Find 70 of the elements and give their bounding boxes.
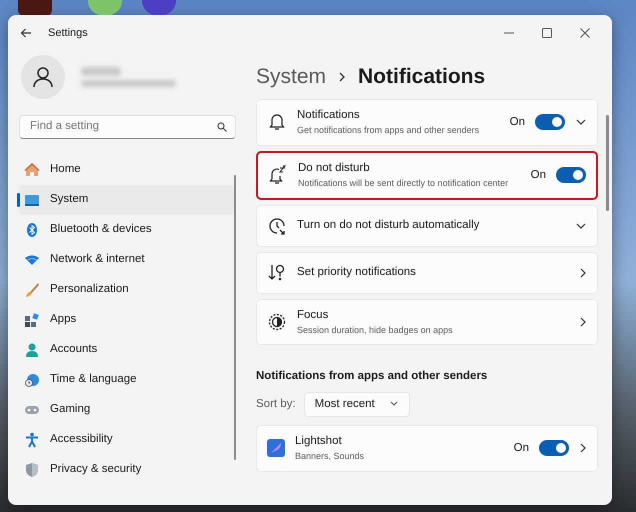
setting-card[interactable]: Turn on do not disturb automatically (256, 204, 598, 246)
setting-title: Set priority notifications (297, 264, 417, 280)
chevron-right-icon (338, 71, 346, 83)
toggle-label: On (514, 440, 529, 456)
minimize-icon (504, 32, 514, 34)
sidebar-item[interactable]: Accessibility (19, 425, 234, 455)
setting-card[interactable]: Do not disturb Notifications will be sent directly to notification center On (256, 150, 598, 200)
chevron-right-icon[interactable] (579, 266, 587, 278)
setting-title: Do not disturb (298, 160, 371, 176)
chevron-down-icon[interactable] (575, 222, 587, 230)
toggle-label: On (530, 168, 546, 182)
window-title: Settings (48, 26, 88, 41)
maximize-icon (542, 28, 552, 38)
back-icon[interactable] (20, 27, 32, 39)
sidebar-item[interactable]: Accounts (19, 335, 234, 365)
app-name: Lightshot (295, 434, 343, 449)
setting-card[interactable]: Focus Session duration, hide badges on apps (256, 298, 598, 346)
chevron-right-icon[interactable] (579, 442, 587, 454)
sidebar-item[interactable]: Network & internet (19, 245, 234, 275)
sidebar-item[interactable]: System (19, 185, 234, 215)
setting-description: Session duration, hide badges on apps (297, 324, 454, 337)
sort-dropdown[interactable]: Most recent (304, 392, 410, 417)
search-icon (217, 122, 227, 132)
toggle-switch[interactable] (556, 167, 586, 184)
globe-clock-icon (24, 372, 40, 388)
person-icon (24, 342, 40, 358)
toggle-label: On (510, 114, 525, 130)
shield-icon (24, 462, 40, 478)
sidebar-item[interactable]: Home (19, 155, 234, 185)
feather-icon (267, 439, 285, 458)
setting-title: Turn on do not disturb automatically (297, 218, 480, 233)
sort-label: Sort by: (256, 396, 296, 412)
avatar[interactable] (21, 55, 65, 99)
focus-icon (267, 312, 287, 332)
person-icon (33, 66, 53, 88)
setting-title: Focus (297, 308, 330, 322)
setting-description: Get notifications from apps and other senders (297, 124, 480, 138)
page-title: Notifications (358, 64, 486, 90)
search-field[interactable]: Find a setting (19, 115, 236, 139)
setting-description: Notifications will be sent directly to notification center (298, 177, 510, 190)
chevron-down-icon[interactable] (575, 118, 587, 126)
app-description: Banners, Sounds (295, 450, 366, 463)
app-card[interactable]: Lightshot Banners, Sounds On (256, 424, 598, 472)
apps-icon (24, 312, 40, 328)
toggle-switch[interactable] (535, 114, 565, 130)
sidebar-item[interactable]: Gaming (19, 395, 234, 425)
search-input[interactable]: Find a setting (28, 117, 217, 137)
accessibility-icon (24, 432, 40, 448)
chevron-right-icon[interactable] (579, 316, 587, 328)
toggle-switch[interactable] (539, 440, 569, 456)
bell-icon (267, 112, 287, 132)
monitor-icon (24, 192, 40, 208)
sidebar-item[interactable]: Privacy & security (19, 455, 234, 485)
breadcrumb-link[interactable]: System (256, 61, 326, 93)
chevron-down-icon (388, 401, 399, 408)
sidebar-item[interactable]: Apps (19, 305, 234, 335)
section-heading: Notifications from apps and other senders (256, 369, 488, 384)
sidebar-item[interactable]: Personalization (19, 275, 234, 305)
clock-icon (267, 216, 287, 236)
bluetooth-icon (24, 222, 40, 238)
setting-card[interactable]: Notifications Get notifications from apps and other senders On (256, 99, 598, 146)
setting-title: Notifications (297, 108, 361, 123)
setting-card[interactable]: Set priority notifications (256, 252, 598, 294)
bell-snooze-icon (268, 165, 288, 186)
house-icon (24, 162, 40, 178)
sidebar-item[interactable]: Bluetooth & devices (19, 215, 234, 245)
close-icon (580, 28, 590, 38)
brush-icon (24, 282, 40, 298)
priority-icon (267, 262, 287, 282)
sidebar-item[interactable]: Time & language (19, 365, 234, 395)
